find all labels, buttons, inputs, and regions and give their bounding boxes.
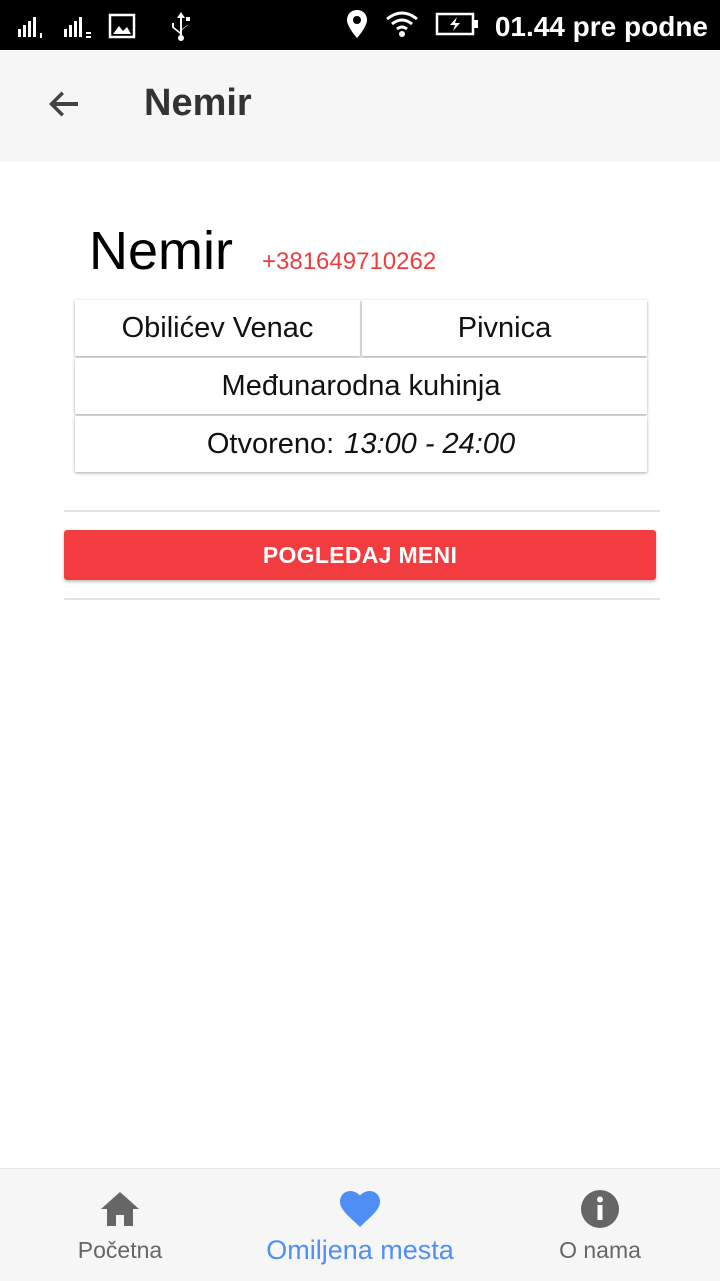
- place-hours: Otvoreno: 13:00 - 24:00: [75, 416, 647, 472]
- back-button[interactable]: [36, 78, 92, 134]
- bottom-navigation: Početna Omiljena mesta O nama: [0, 1168, 720, 1281]
- place-cuisine: Međunarodna kuhinja: [75, 358, 647, 414]
- home-icon: [99, 1187, 141, 1231]
- status-bar: 01.44 pre podne: [0, 0, 720, 50]
- divider-top: [64, 510, 660, 512]
- nav-label-home: Početna: [77, 1237, 163, 1263]
- status-left-icons: [16, 10, 194, 47]
- app-bar: Nemir: [0, 50, 720, 162]
- info-icon: [579, 1187, 621, 1231]
- hours-value: 13:00 - 24:00: [344, 427, 516, 460]
- status-time: 01.44 pre podne: [494, 10, 708, 42]
- status-right-icons: 01.44 pre podne: [345, 8, 708, 45]
- image-icon: [108, 13, 136, 44]
- nav-item-home[interactable]: Početna: [60, 1169, 180, 1281]
- place-info-card: Obilićev Venac Pivnica Međunarodna kuhin…: [75, 300, 647, 472]
- place-detail: Nemir +381649710262 Obilićev Venac Pivni…: [0, 162, 720, 1168]
- place-type: Pivnica: [362, 300, 647, 356]
- heart-icon: [338, 1187, 382, 1231]
- nav-label-favorites: Omiljena mesta: [266, 1235, 454, 1265]
- signal-sim2-icon: [62, 13, 94, 44]
- info-row-cuisine: Međunarodna kuhinja: [75, 358, 647, 414]
- nav-item-about[interactable]: O nama: [540, 1169, 660, 1281]
- location-icon: [345, 8, 369, 45]
- info-row-location-type: Obilićev Venac Pivnica: [75, 300, 647, 356]
- place-name: Nemir: [89, 221, 233, 281]
- nav-label-about: O nama: [559, 1237, 641, 1263]
- usb-icon: [168, 10, 194, 47]
- divider-bottom: [64, 598, 660, 600]
- page-title: Nemir: [144, 82, 252, 124]
- arrow-back-icon: [46, 86, 82, 127]
- place-location: Obilićev Venac: [75, 300, 360, 356]
- wifi-icon: [385, 10, 419, 43]
- battery-charging-icon: [435, 11, 479, 42]
- info-row-hours: Otvoreno: 13:00 - 24:00: [75, 416, 647, 472]
- place-phone-link[interactable]: +381649710262: [262, 248, 436, 276]
- signal-sim1-icon: [16, 13, 48, 44]
- view-menu-button[interactable]: POGLEDAJ MENI: [64, 530, 656, 580]
- hours-label: Otvoreno:: [206, 427, 335, 460]
- nav-item-favorites[interactable]: Omiljena mesta: [250, 1169, 470, 1281]
